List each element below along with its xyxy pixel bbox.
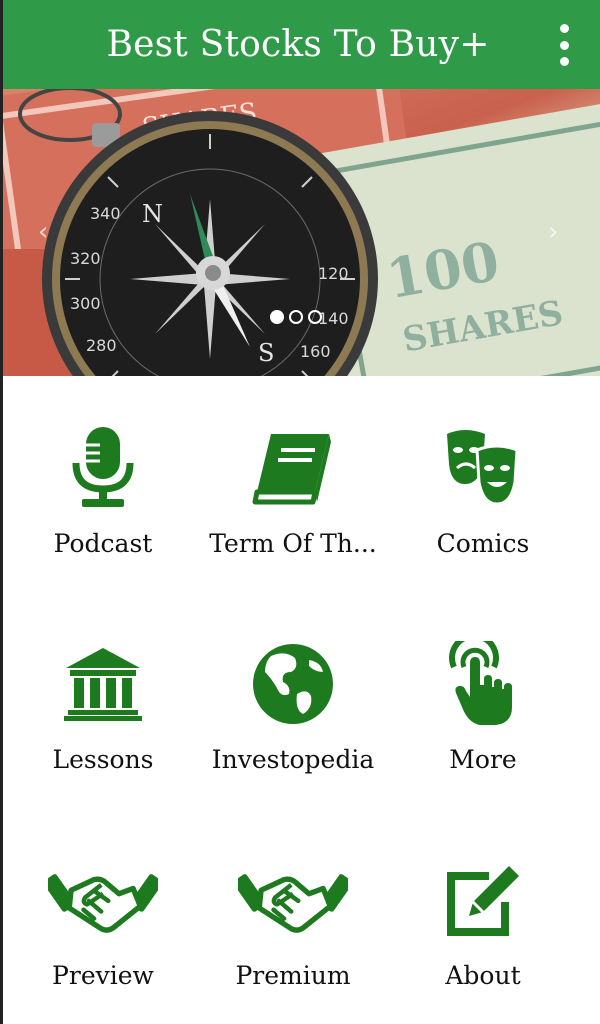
- svg-text:320: 320: [70, 249, 101, 268]
- slider-dot[interactable]: [308, 310, 322, 324]
- menu-item-premium[interactable]: Premium: [193, 808, 393, 1024]
- screen-edge: [0, 0, 3, 1024]
- svg-text:280: 280: [86, 336, 117, 355]
- slider-next-icon[interactable]: ›: [548, 217, 558, 247]
- menu-item-label: Preview: [52, 961, 154, 990]
- book-icon: [238, 418, 348, 518]
- menu-item-about[interactable]: About: [383, 808, 583, 1024]
- menu-item-preview[interactable]: Preview: [3, 808, 203, 1024]
- svg-text:300: 300: [70, 294, 101, 313]
- handshake-icon: [238, 850, 348, 950]
- microphone-icon: [48, 418, 158, 518]
- slider-pagination: [270, 310, 322, 324]
- svg-text:140: 140: [318, 309, 349, 328]
- menu-item-comics[interactable]: Comics: [383, 376, 583, 592]
- globe-icon: [238, 634, 348, 734]
- menu-item-podcast[interactable]: Podcast: [3, 376, 203, 592]
- menu-item-label: About: [445, 961, 521, 990]
- image-slider[interactable]: SHARES 100 SHARES 340320 300280 120140: [0, 89, 600, 376]
- svg-text:160: 160: [300, 342, 331, 361]
- svg-text:120: 120: [318, 264, 349, 283]
- slider-dot[interactable]: [289, 310, 303, 324]
- menu-item-label: Podcast: [53, 529, 153, 558]
- menu-item-label: Term Of Th...: [209, 529, 377, 558]
- menu-item-label: Investopedia: [211, 745, 375, 774]
- bank-icon: [48, 634, 158, 734]
- menu-item-term-of-the-day[interactable]: Term Of Th...: [193, 376, 393, 592]
- slider-dot[interactable]: [270, 310, 284, 324]
- banner-image: SHARES 100 SHARES 340320 300280 120140: [0, 89, 600, 376]
- slider-prev-icon[interactable]: ‹: [38, 217, 48, 247]
- menu-item-more[interactable]: More: [383, 592, 583, 808]
- overflow-menu-icon[interactable]: [554, 24, 574, 66]
- svg-text:340: 340: [90, 204, 121, 223]
- svg-text:N: N: [142, 200, 163, 228]
- menu-item-label: Comics: [436, 529, 530, 558]
- menu-item-label: Lessons: [52, 745, 154, 774]
- menu-item-label: More: [449, 745, 517, 774]
- app-bar: Best Stocks To Buy+: [0, 0, 600, 89]
- edit-icon: [428, 850, 538, 950]
- menu-item-lessons[interactable]: Lessons: [3, 592, 203, 808]
- handshake-icon: [48, 850, 158, 950]
- menu-item-label: Premium: [235, 961, 351, 990]
- touch-hand-icon: [428, 634, 538, 734]
- menu-item-investopedia[interactable]: Investopedia: [193, 592, 393, 808]
- svg-text:S: S: [258, 339, 274, 367]
- theater-masks-icon: [428, 418, 538, 518]
- menu-grid: Podcast Term Of Th... Comics Lessons Inv…: [0, 376, 600, 1024]
- app-title: Best Stocks To Buy+: [106, 24, 490, 65]
